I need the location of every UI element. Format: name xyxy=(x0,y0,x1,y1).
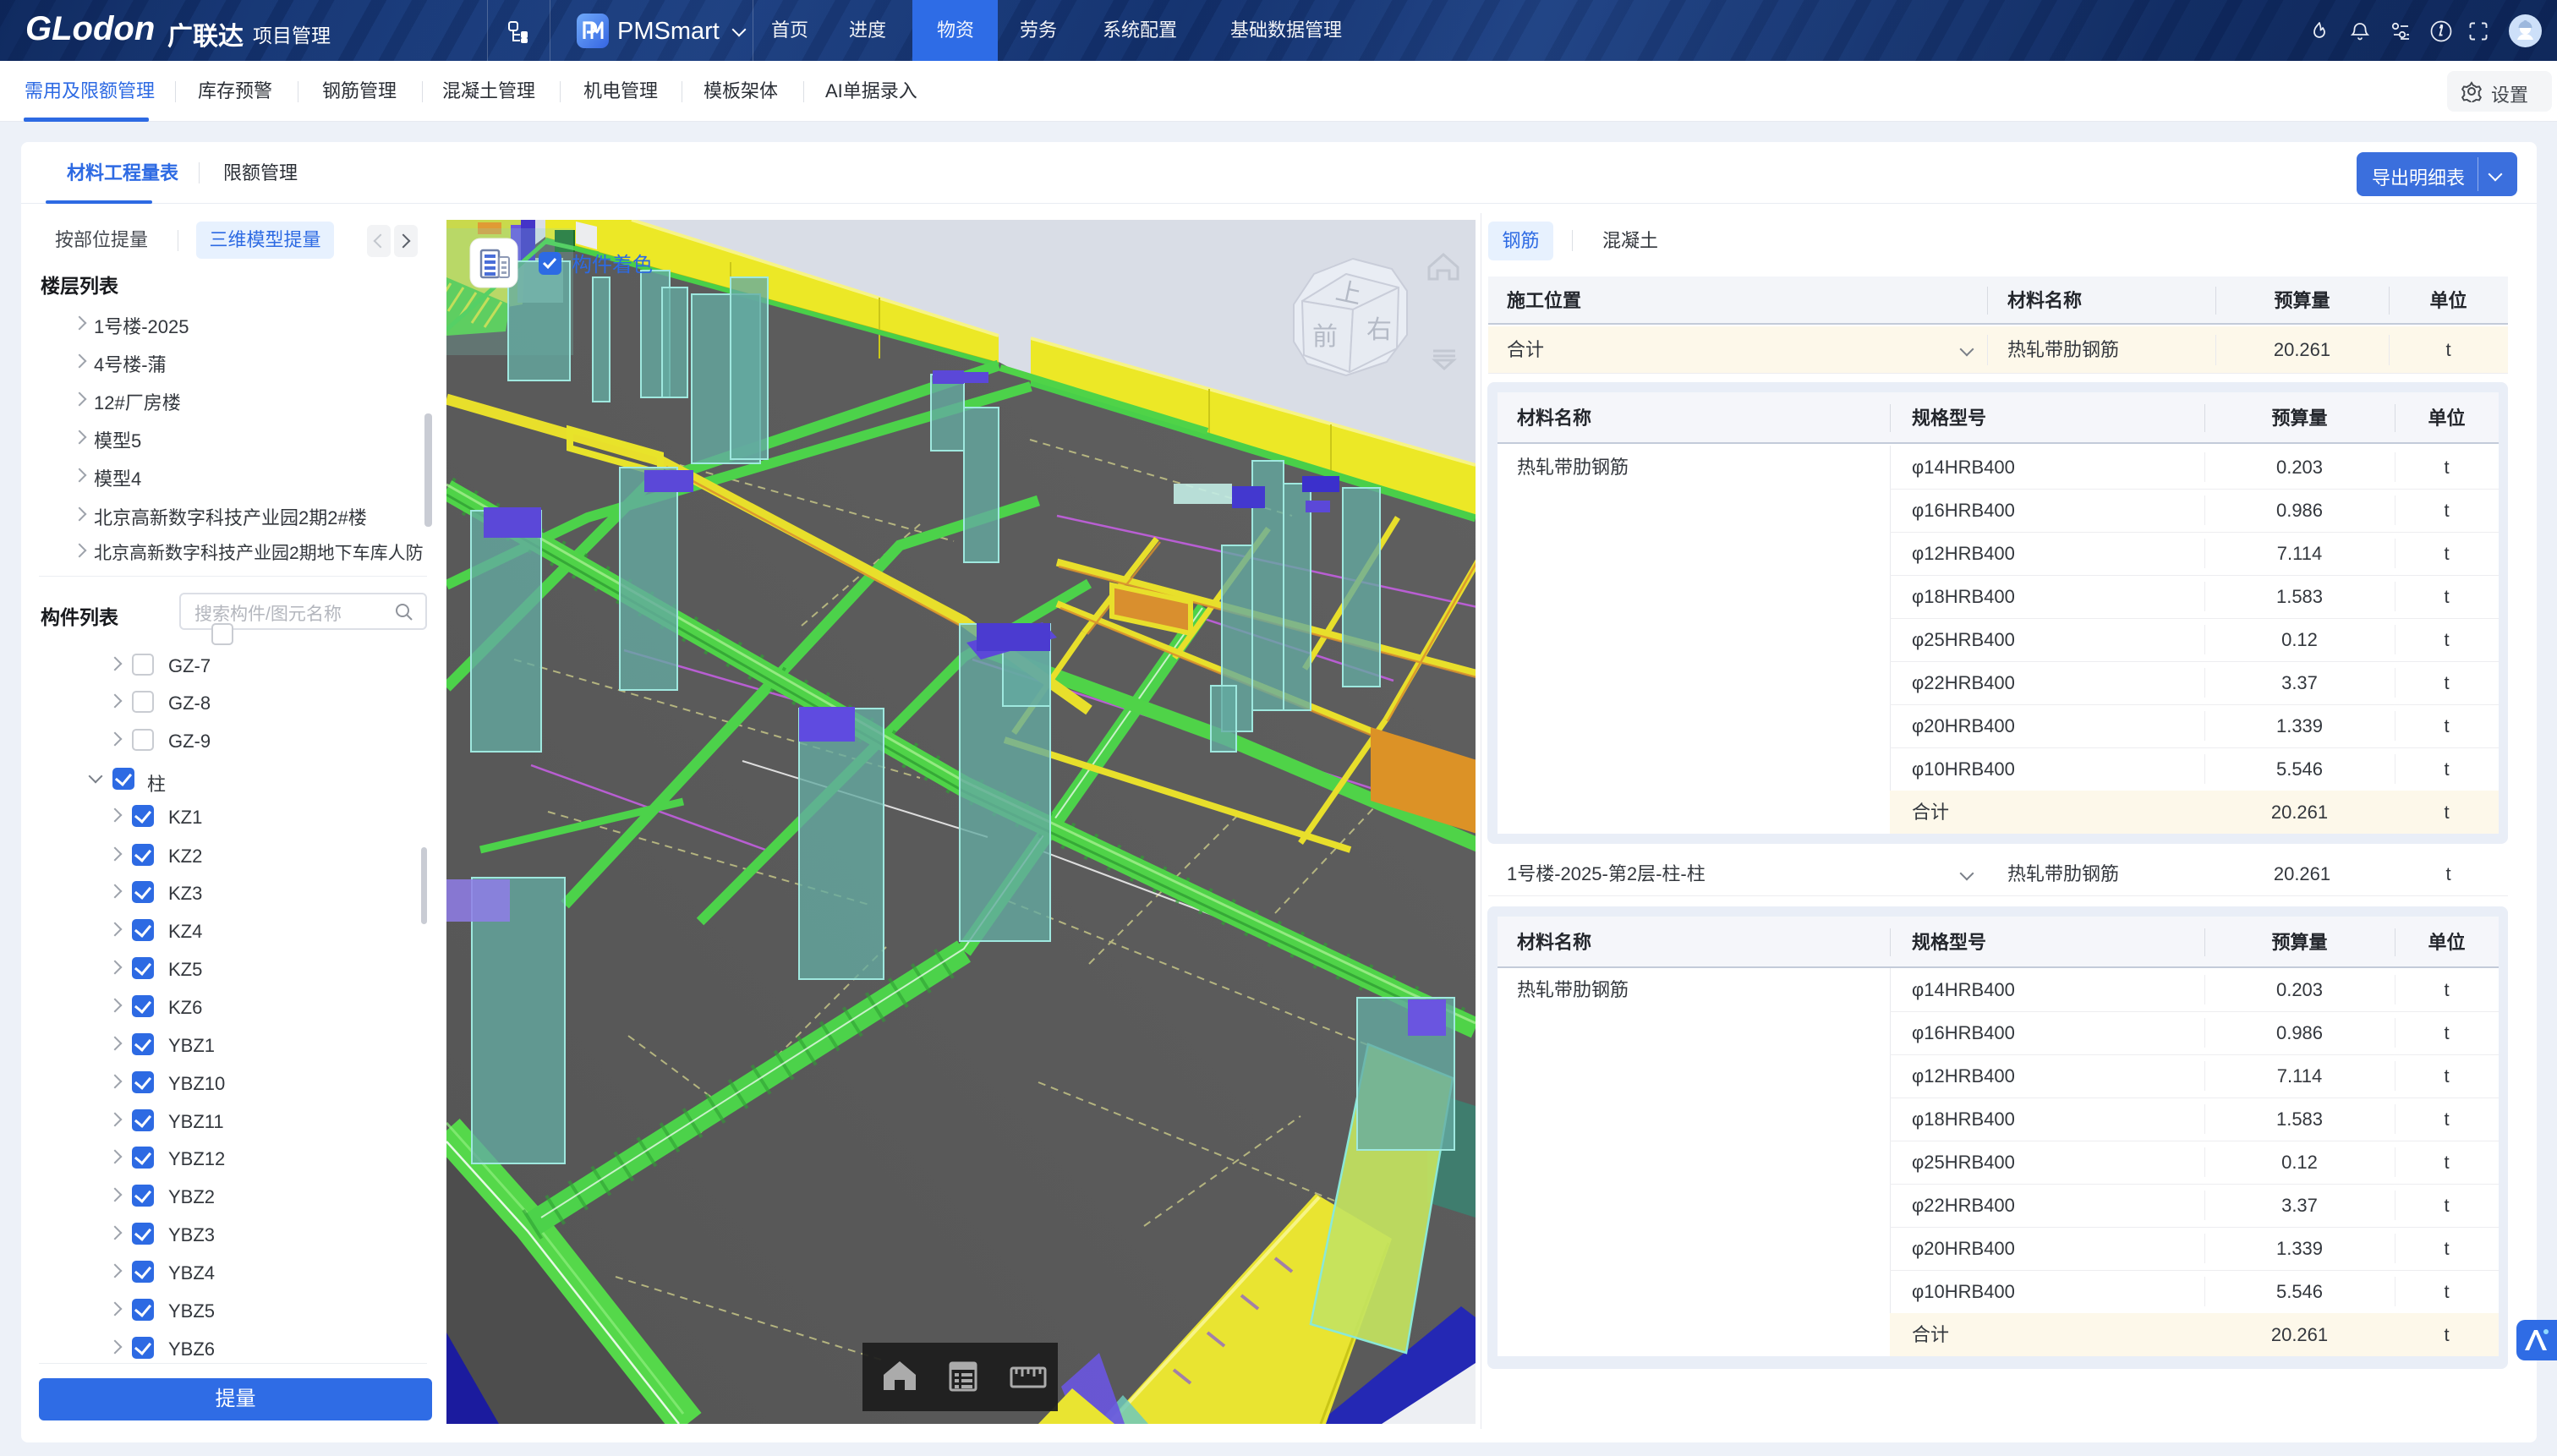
svg-text:前: 前 xyxy=(1312,323,1338,351)
svg-text:构件着色: 构件着色 xyxy=(572,254,653,276)
svg-text:右: 右 xyxy=(1366,316,1392,344)
